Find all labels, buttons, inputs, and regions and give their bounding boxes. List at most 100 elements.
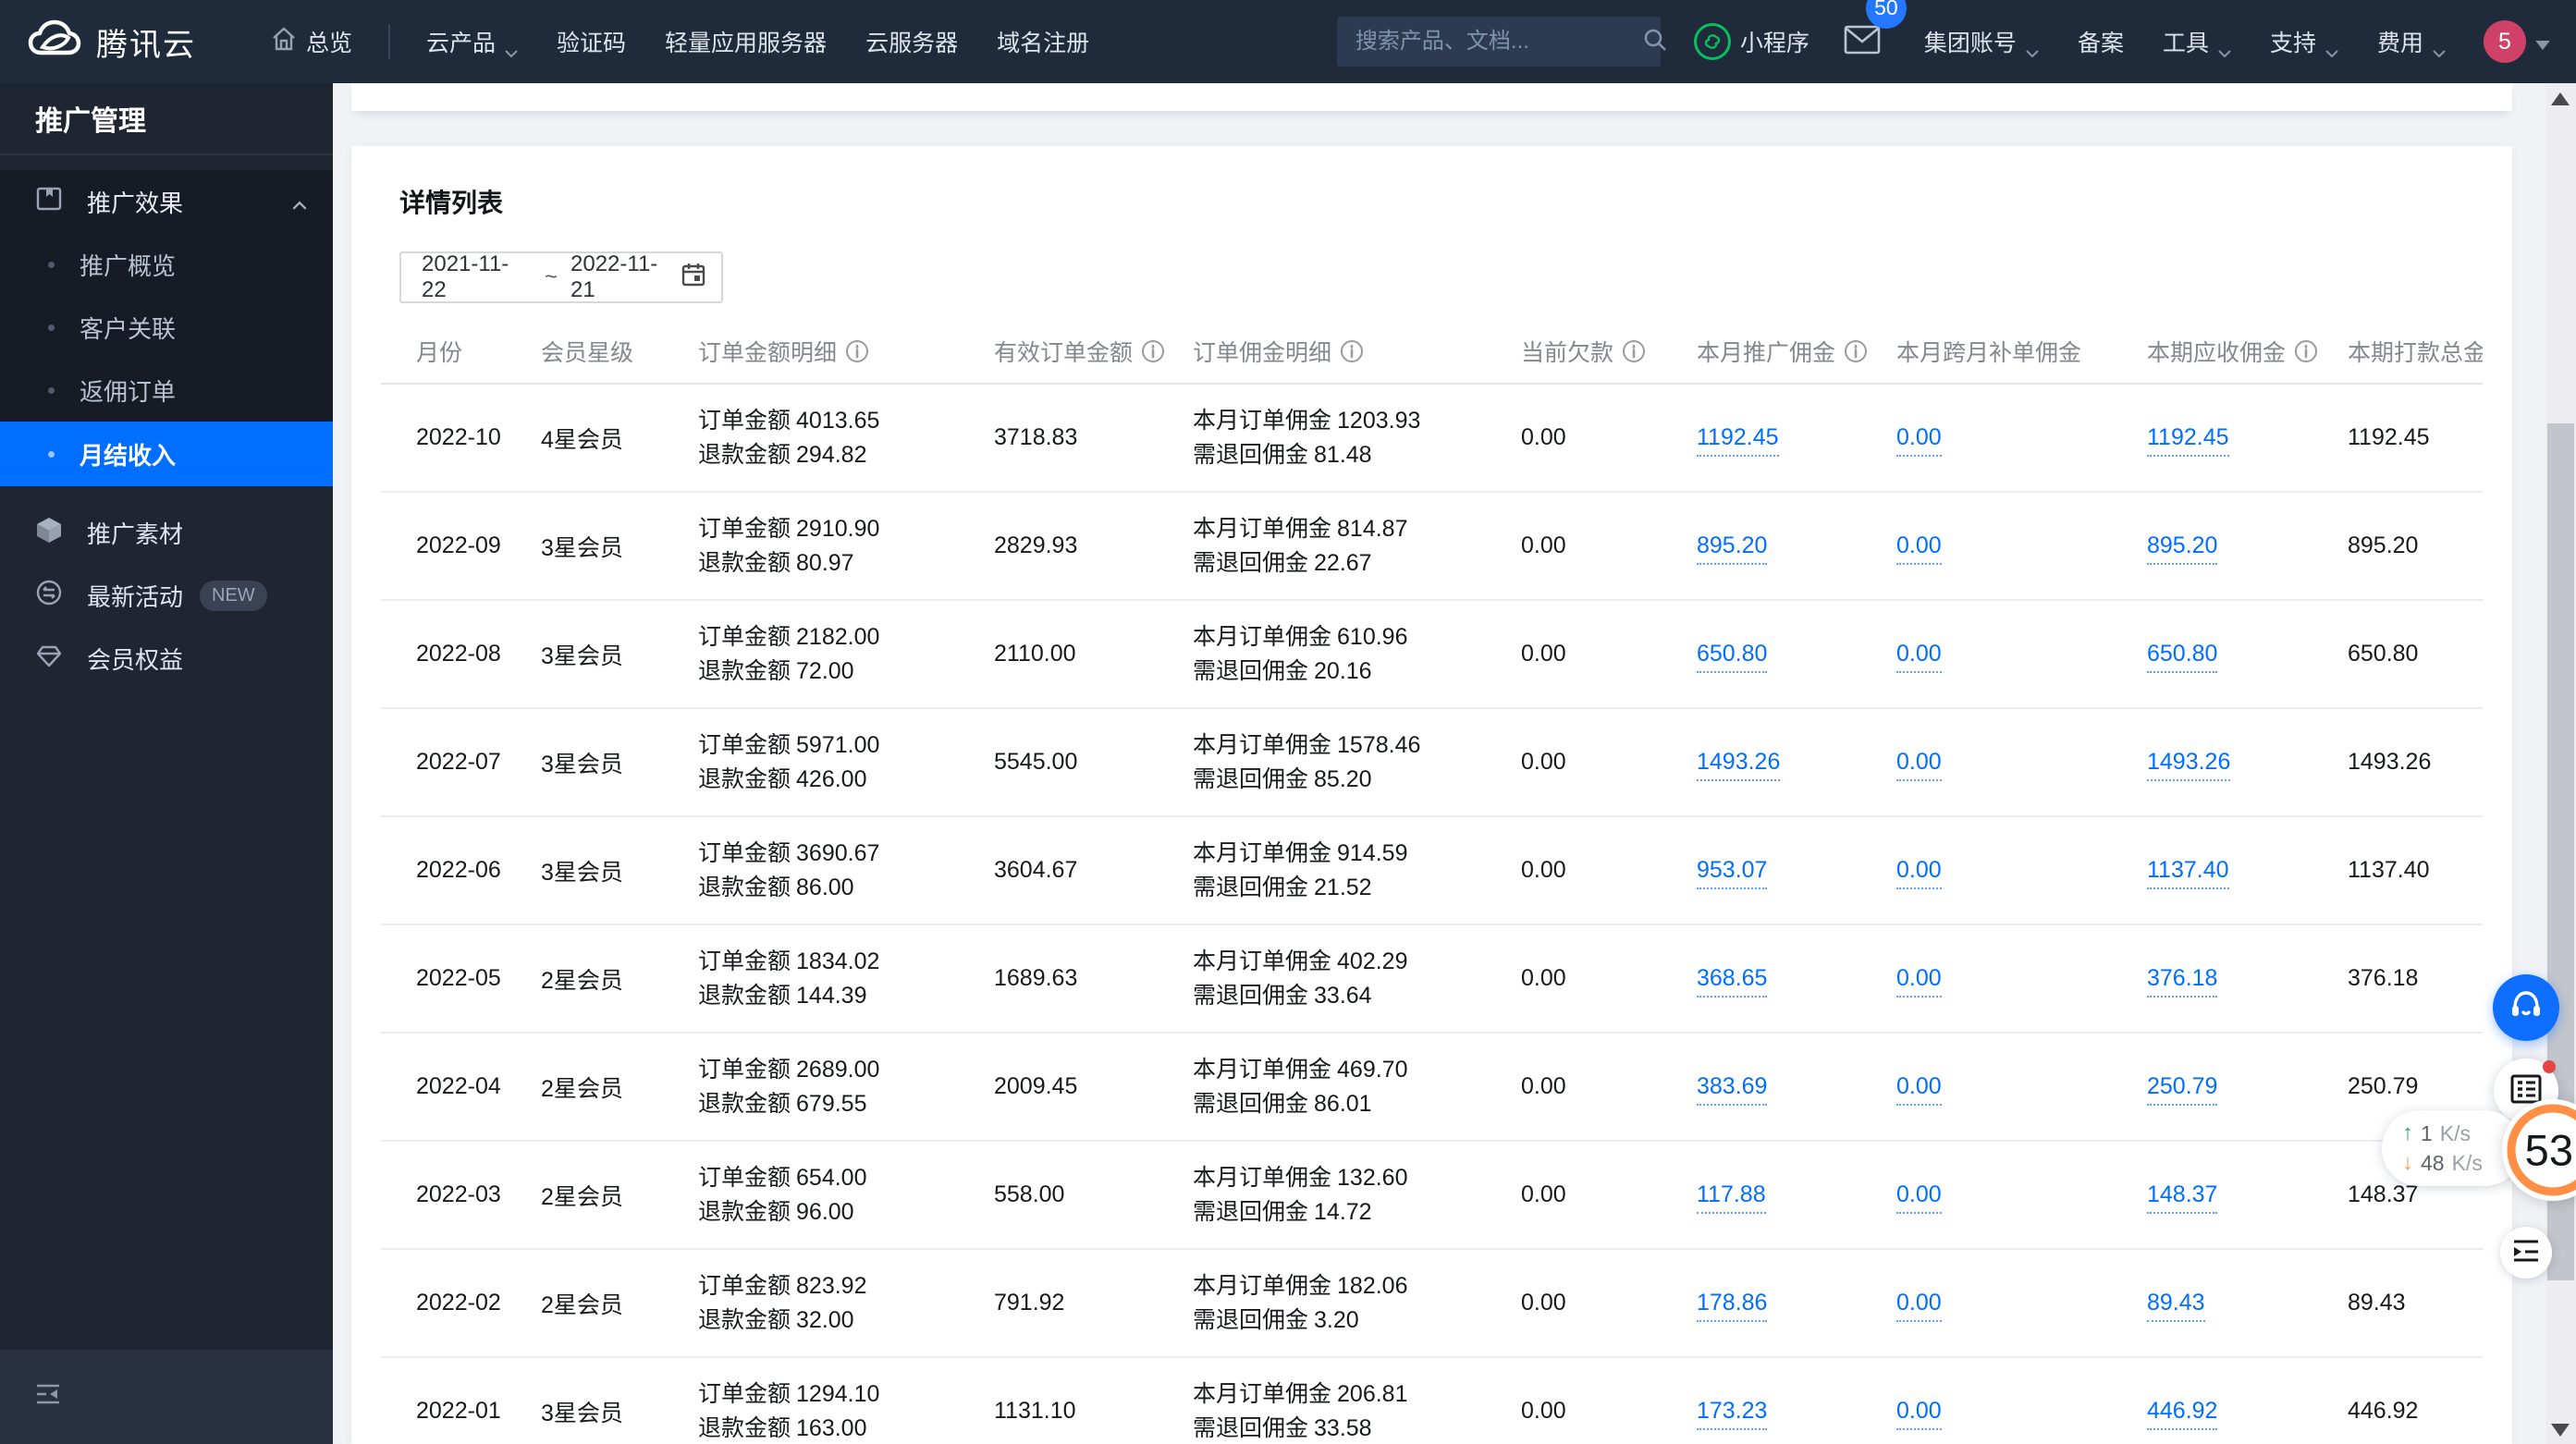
table-column-header: 本期打款总金额 bbox=[2348, 335, 2483, 368]
info-icon[interactable] bbox=[1141, 339, 1165, 363]
receivable-commission-link[interactable]: 89.43 bbox=[2147, 1290, 2205, 1322]
nav-item-icp[interactable]: 备案 bbox=[2078, 25, 2124, 58]
cross-month-commission-link[interactable]: 0.00 bbox=[1896, 857, 1942, 889]
promo-commission-link[interactable]: 895.20 bbox=[1697, 532, 1768, 565]
receivable-commission-link[interactable]: 895.20 bbox=[2147, 532, 2218, 565]
sidebar-item-monthly-income[interactable]: 月结收入 bbox=[0, 422, 333, 486]
progress-value: 53 bbox=[2524, 1125, 2573, 1175]
receivable-commission-link[interactable]: 148.37 bbox=[2147, 1181, 2218, 1214]
cross-month-commission-link[interactable]: 0.00 bbox=[1896, 1290, 1942, 1322]
nav-item-billing[interactable]: 费用 bbox=[2377, 25, 2446, 58]
date-range-picker[interactable]: 2021-11-22 ~ 2022-11-21 bbox=[399, 251, 723, 303]
sidebar-item-member-benefits[interactable]: 会员权益 bbox=[0, 627, 333, 690]
scrollbar-down-arrow[interactable] bbox=[2551, 1424, 2570, 1437]
cross-month-commission-link[interactable]: 0.00 bbox=[1896, 532, 1942, 565]
cell-valid-order-amount: 558.00 bbox=[994, 1181, 1065, 1207]
cell-current-debt: 0.00 bbox=[1521, 532, 1566, 558]
nav-item-tools[interactable]: 工具 bbox=[2163, 25, 2231, 58]
cross-month-commission-link[interactable]: 0.00 bbox=[1896, 424, 1942, 457]
cell-order-amount-detail: 订单金额 823.92 退款金额 32.00 bbox=[698, 1272, 867, 1333]
cell-promo-commission: 368.65 bbox=[1697, 965, 1896, 997]
cell-valid-order-amount: 2829.93 bbox=[994, 532, 1078, 558]
table-row: 2022-03 2星会员 订单金额 654.00 退款金额 96.00 558.00… bbox=[381, 1142, 2483, 1250]
console-panel-button[interactable] bbox=[2500, 1227, 2552, 1279]
cross-month-commission-link[interactable]: 0.00 bbox=[1896, 965, 1942, 997]
nav-item-captcha[interactable]: 验证码 bbox=[557, 25, 626, 58]
nav-item-domain[interactable]: 域名注册 bbox=[997, 25, 1089, 58]
receivable-commission-link[interactable]: 1137.40 bbox=[2147, 857, 2229, 889]
promo-commission-link[interactable]: 368.65 bbox=[1697, 965, 1768, 997]
promo-commission-link[interactable]: 383.69 bbox=[1697, 1073, 1768, 1106]
sidebar-item-rebate-orders[interactable]: 返佣订单 bbox=[0, 359, 333, 422]
cell-order-amount-detail: 订单金额 3690.67 退款金额 86.00 bbox=[698, 839, 880, 900]
nav-miniprogram[interactable]: 小程序 bbox=[1693, 23, 1809, 60]
info-icon[interactable] bbox=[1340, 339, 1364, 363]
table-row: 2022-07 3星会员 订单金额 5971.00 退款金额 426.00 5545… bbox=[381, 709, 2483, 817]
nav-overview[interactable]: 总览 bbox=[271, 25, 352, 58]
column-label: 订单金额明细 bbox=[698, 340, 838, 366]
progress-widget[interactable]: 53 % bbox=[2502, 1099, 2576, 1201]
search-icon[interactable] bbox=[1642, 27, 1668, 57]
sidebar-item-promotion-overview[interactable]: 推广概览 bbox=[0, 233, 333, 296]
info-icon[interactable] bbox=[1844, 339, 1868, 363]
collapse-sidebar-icon[interactable] bbox=[35, 1382, 61, 1413]
info-icon[interactable] bbox=[845, 339, 869, 363]
cell-commission-detail: 本月订单佣金 1203.93 需退回佣金 81.48 bbox=[1193, 407, 1421, 468]
receivable-commission-link[interactable]: 1192.45 bbox=[2147, 424, 2229, 457]
nav-item-support[interactable]: 支持 bbox=[2270, 25, 2338, 58]
receivable-commission-link[interactable]: 650.80 bbox=[2147, 641, 2218, 673]
receivable-commission-link[interactable]: 250.79 bbox=[2147, 1073, 2218, 1106]
table-row: 2022-02 2星会员 订单金额 823.92 退款金额 32.00 791.92… bbox=[381, 1250, 2483, 1358]
receivable-commission-link[interactable]: 1493.26 bbox=[2147, 749, 2231, 781]
info-icon[interactable] bbox=[1622, 339, 1646, 363]
sidebar-item-latest-activities[interactable]: 最新活动 NEW bbox=[0, 564, 333, 627]
promo-commission-link[interactable]: 650.80 bbox=[1697, 641, 1768, 673]
promo-commission-link[interactable]: 117.88 bbox=[1697, 1181, 1766, 1214]
brand-logo[interactable]: 腾讯云 bbox=[28, 19, 196, 65]
cell-current-debt: 0.00 bbox=[1521, 965, 1566, 991]
cross-month-commission-link[interactable]: 0.00 bbox=[1896, 749, 1942, 781]
promo-commission-link[interactable]: 1493.26 bbox=[1697, 749, 1781, 781]
promo-commission-link[interactable]: 178.86 bbox=[1697, 1290, 1768, 1322]
promo-commission-link[interactable]: 173.23 bbox=[1697, 1398, 1768, 1430]
cell-month: 2022-05 bbox=[416, 965, 501, 991]
customer-service-button[interactable] bbox=[2493, 974, 2559, 1041]
mail-button[interactable]: 50 bbox=[1844, 0, 1907, 59]
nav-item-lighthouse[interactable]: 轻量应用服务器 bbox=[665, 25, 827, 58]
cross-month-commission-link[interactable]: 0.00 bbox=[1896, 1398, 1942, 1430]
cell-valid-order-amount: 5545.00 bbox=[994, 749, 1078, 775]
cell-current-debt: 0.00 bbox=[1521, 424, 1566, 450]
cell-cross-month-commission: 0.00 bbox=[1896, 1398, 2147, 1430]
nav-item-cvm[interactable]: 云服务器 bbox=[865, 25, 958, 58]
receivable-commission-link[interactable]: 376.18 bbox=[2147, 965, 2218, 997]
nav-item-group-account[interactable]: 集团账号 bbox=[1924, 25, 2039, 58]
cell-promo-commission: 895.20 bbox=[1697, 532, 1896, 565]
table-row: 2022-10 4星会员 订单金额 4013.65 退款金额 294.82 3718… bbox=[381, 385, 2483, 493]
cross-month-commission-link[interactable]: 0.00 bbox=[1896, 1181, 1942, 1214]
cell-promo-commission: 953.07 bbox=[1697, 857, 1896, 889]
avatar-chevron-down-icon[interactable] bbox=[2535, 38, 2550, 50]
scrollbar-up-arrow[interactable] bbox=[2551, 92, 2570, 105]
cell-order-amount-detail: 订单金额 1834.02 退款金额 144.39 bbox=[698, 948, 880, 1009]
chevron-down-icon bbox=[505, 38, 518, 57]
new-badge: NEW bbox=[200, 580, 267, 611]
table-row: 2022-08 3星会员 订单金额 2182.00 退款金额 72.00 2110.… bbox=[381, 601, 2483, 709]
nav-item-cloud-products[interactable]: 云产品 bbox=[426, 25, 518, 58]
cell-current-debt: 0.00 bbox=[1521, 641, 1566, 667]
receivable-commission-link[interactable]: 446.92 bbox=[2147, 1398, 2218, 1430]
headset-icon bbox=[2508, 987, 2545, 1029]
sidebar-item-promotion-materials[interactable]: 推广素材 bbox=[0, 501, 333, 564]
cross-month-commission-link[interactable]: 0.00 bbox=[1896, 1073, 1942, 1106]
search-input[interactable] bbox=[1355, 29, 1642, 55]
promo-commission-link[interactable]: 953.07 bbox=[1697, 857, 1768, 889]
promo-commission-link[interactable]: 1192.45 bbox=[1697, 424, 1779, 457]
sidebar-item-customer-association[interactable]: 客户关联 bbox=[0, 296, 333, 359]
cell-current-debt: 0.00 bbox=[1521, 1073, 1566, 1099]
info-icon[interactable] bbox=[2294, 339, 2318, 363]
cell-order-amount-detail: 订单金额 2689.00 退款金额 679.55 bbox=[698, 1056, 880, 1117]
avatar[interactable]: 5 bbox=[2484, 20, 2526, 63]
calendar-icon[interactable] bbox=[681, 262, 706, 294]
sidebar-item-promotion-effect[interactable]: 推广效果 bbox=[0, 170, 333, 233]
table-column-header: 月份 bbox=[416, 335, 541, 368]
cross-month-commission-link[interactable]: 0.00 bbox=[1896, 641, 1942, 673]
